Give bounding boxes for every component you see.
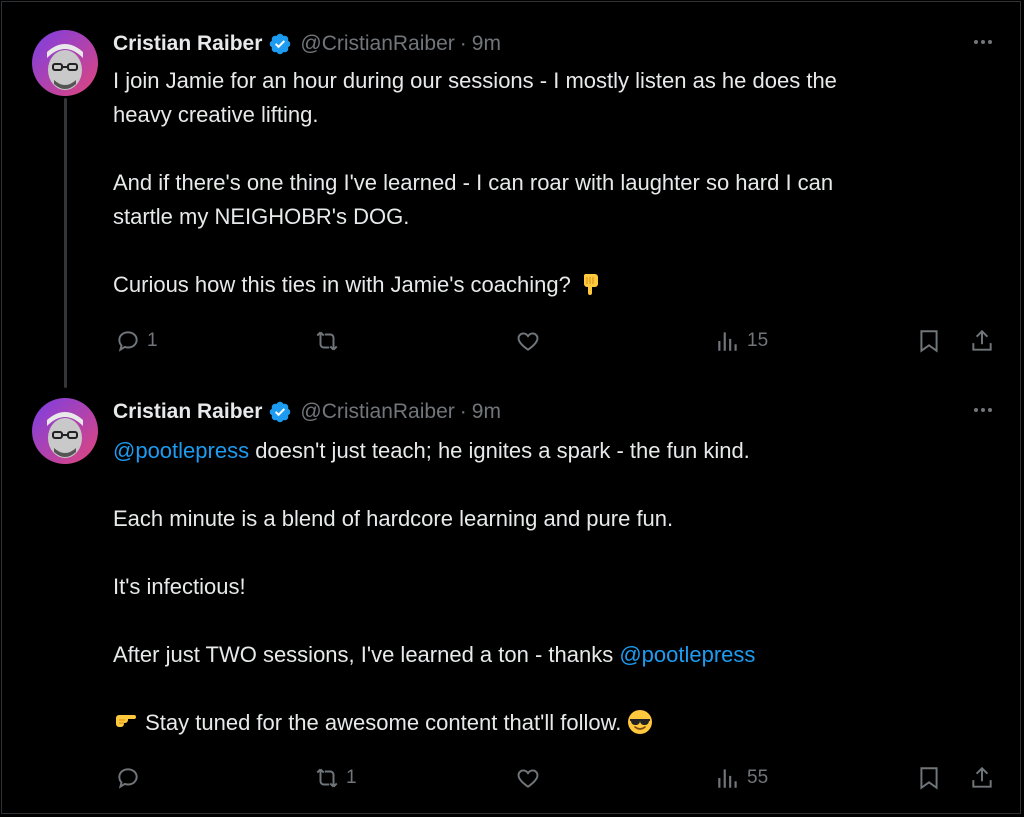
separator-dot: · — [459, 32, 467, 55]
views-icon — [718, 769, 737, 788]
point-right-emoji — [113, 709, 139, 735]
paragraph: And if there's one thing I've learned - … — [113, 166, 993, 234]
like-icon — [517, 332, 539, 351]
text-line: Stay tuned for the awesome content that'… — [139, 710, 628, 735]
bookmark-icon — [920, 767, 938, 790]
share-icon — [972, 329, 992, 351]
views-button[interactable]: 55 — [715, 760, 768, 796]
reply-icon — [118, 331, 138, 352]
repost-icon — [316, 331, 338, 351]
timestamp[interactable]: 9m — [472, 32, 501, 56]
like-button[interactable] — [515, 760, 547, 796]
like-button[interactable] — [515, 323, 547, 359]
text-line: doesn't just teach; he ignites a spark -… — [249, 438, 750, 463]
repost-button[interactable]: 1 — [314, 760, 357, 796]
mention-link[interactable]: @pootlepress — [113, 438, 249, 463]
bookmark-button[interactable] — [916, 760, 942, 796]
verified-badge-icon — [268, 32, 292, 56]
avatar[interactable] — [32, 398, 98, 464]
views-count: 55 — [747, 767, 769, 788]
mention-link[interactable]: @pootlepress — [619, 642, 755, 667]
thread-connector-line — [64, 98, 67, 388]
reply-button[interactable]: 1 — [115, 323, 158, 359]
share-button[interactable] — [969, 760, 995, 796]
tweet-actions: 1 55 — [113, 760, 1003, 796]
author-name[interactable]: Cristian Raiber — [113, 400, 262, 424]
views-icon — [718, 332, 737, 351]
author-handle[interactable]: @CristianRaiber — [300, 400, 454, 424]
author-name[interactable]: Cristian Raiber — [113, 32, 262, 56]
paragraph: After just TWO sessions, I've learned a … — [113, 638, 993, 672]
text-line: Curious how this ties in with Jamie's co… — [113, 272, 571, 297]
paragraph: @pootlepress doesn't just teach; he igni… — [113, 434, 993, 468]
bookmark-button[interactable] — [916, 323, 942, 359]
views-button[interactable]: 15 — [715, 323, 768, 359]
separator-dot: · — [459, 400, 467, 423]
share-icon — [972, 766, 992, 788]
paragraph: I join Jamie for an hour during our sess… — [113, 64, 993, 132]
bookmark-icon — [920, 330, 938, 353]
repost-button[interactable] — [314, 323, 346, 359]
paragraph: Curious how this ties in with Jamie's co… — [113, 268, 993, 302]
views-count: 15 — [747, 330, 769, 351]
text-line: And if there's one thing I've learned - … — [113, 170, 834, 195]
share-button[interactable] — [969, 323, 995, 359]
paragraph: Stay tuned for the awesome content that'… — [113, 706, 993, 740]
text-line: Each minute is a blend of hardcore learn… — [113, 506, 674, 531]
text-line: After just TWO sessions, I've learned a … — [113, 642, 620, 667]
sunglasses-emoji — [627, 709, 653, 735]
tweet-text: @pootlepress doesn't just teach; he igni… — [113, 434, 993, 740]
tweet-actions: 1 15 — [113, 323, 1003, 359]
point-down-emoji — [577, 271, 603, 297]
paragraph: Each minute is a blend of hardcore learn… — [113, 502, 993, 536]
timestamp[interactable]: 9m — [472, 400, 501, 424]
author-handle[interactable]: @CristianRaiber — [300, 32, 454, 56]
reply-button[interactable] — [115, 760, 147, 796]
text-line: It's infectious! — [113, 574, 246, 599]
text-line: startle my NEIGHOBR's DOG. — [113, 204, 410, 229]
like-icon — [517, 769, 539, 788]
reply-icon — [118, 768, 138, 789]
repost-icon — [316, 768, 338, 788]
tweet-header: Cristian Raiber @CristianRaiber · 9m — [113, 396, 501, 428]
tweet-text: I join Jamie for an hour during our sess… — [113, 64, 993, 302]
reply-count: 1 — [147, 330, 158, 351]
paragraph: It's infectious! — [113, 570, 993, 604]
more-icon[interactable] — [968, 30, 998, 54]
more-icon[interactable] — [968, 398, 998, 422]
repost-count: 1 — [346, 767, 357, 788]
text-line: I join Jamie for an hour during our sess… — [113, 68, 837, 93]
text-line: heavy creative lifting. — [113, 102, 319, 127]
avatar[interactable] — [32, 30, 98, 96]
verified-badge-icon — [268, 400, 292, 424]
tweet-header: Cristian Raiber @CristianRaiber · 9m — [113, 28, 501, 60]
